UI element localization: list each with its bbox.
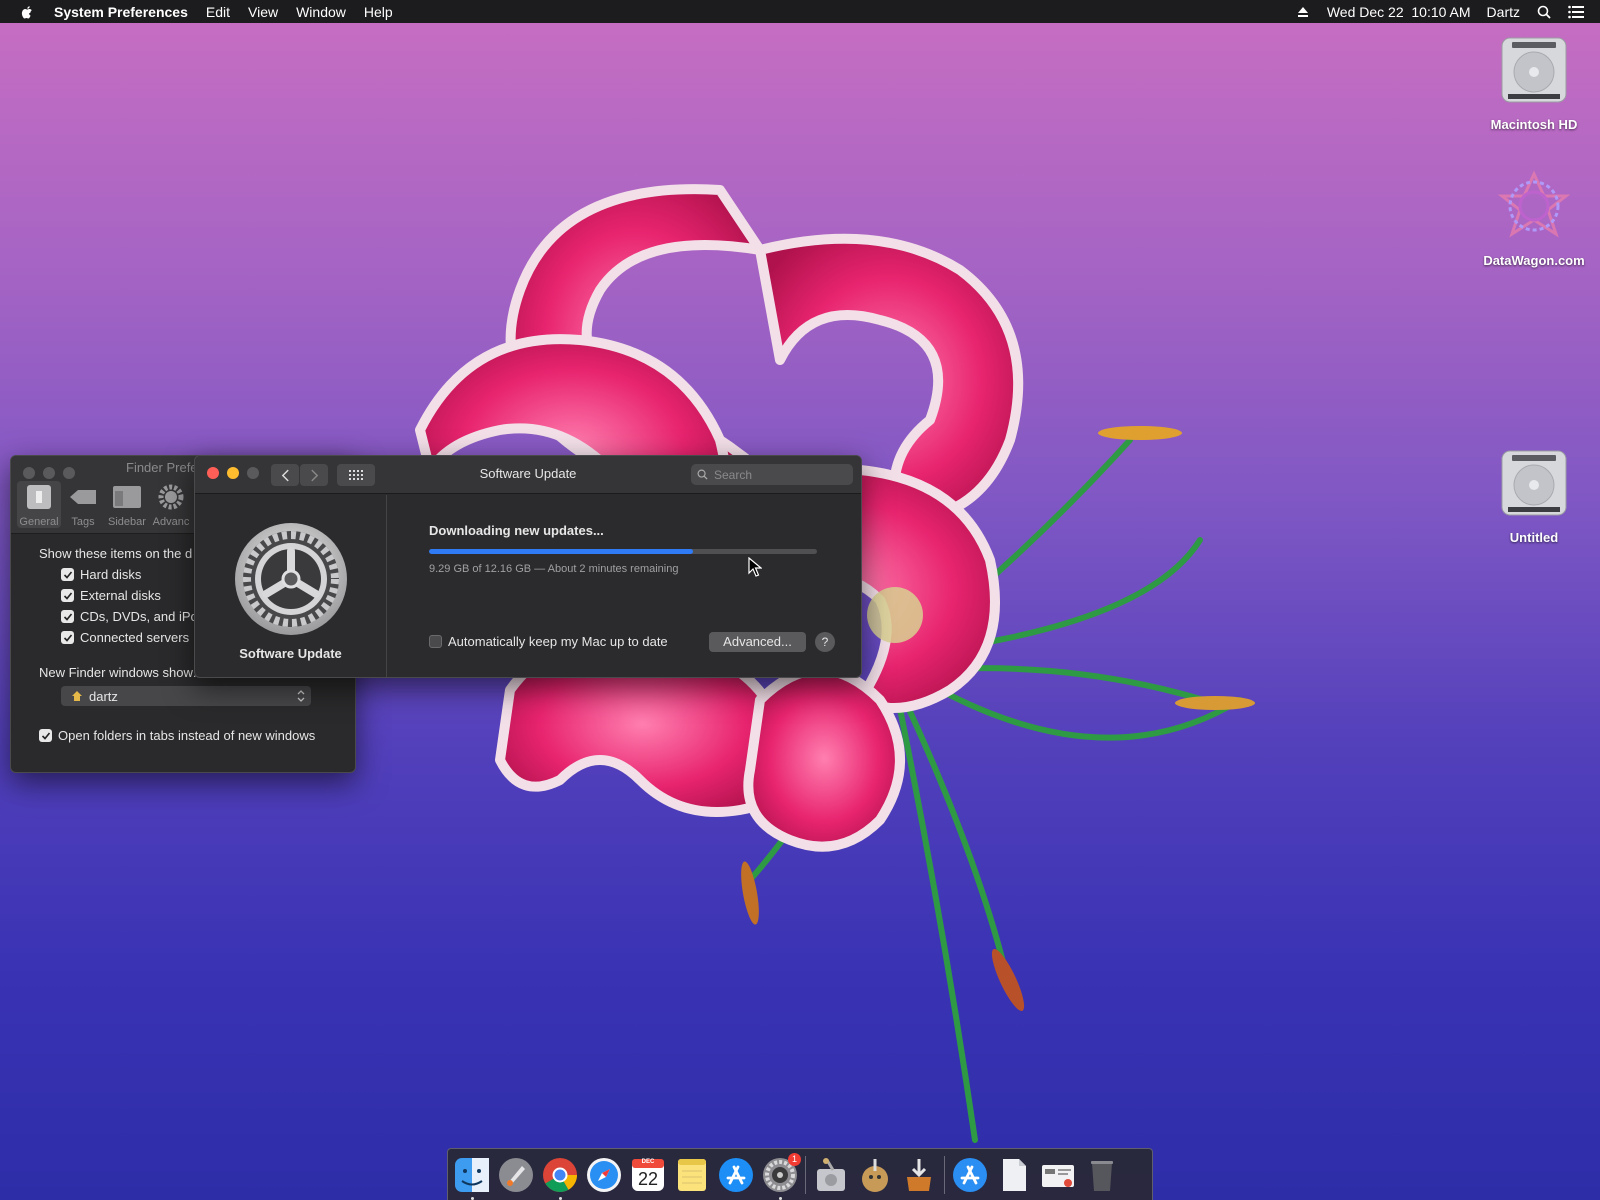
- search-placeholder: Search: [714, 467, 753, 482]
- desktop-icon-label: Untitled: [1509, 530, 1559, 545]
- menu-user[interactable]: Dartz: [1487, 4, 1520, 20]
- update-status-area: Downloading new updates... 9.29 GB of 12…: [429, 495, 861, 677]
- menu-bar: System Preferences Edit View Window Help…: [0, 0, 1600, 23]
- zoom-button[interactable]: [63, 467, 75, 479]
- running-indicator: [471, 1196, 474, 1200]
- apple-menu-icon[interactable]: [20, 4, 36, 20]
- checkbox-checked[interactable]: [39, 729, 52, 742]
- new-window-popup[interactable]: dartz: [61, 686, 311, 706]
- menu-window[interactable]: Window: [296, 4, 346, 20]
- disk-installer-icon[interactable]: [901, 1157, 937, 1193]
- minimize-button[interactable]: [43, 467, 55, 479]
- eject-icon[interactable]: [1295, 4, 1311, 20]
- download-progress-detail: 9.29 GB of 12.16 GB — About 2 minutes re…: [429, 563, 679, 575]
- notification-badge: 1: [788, 1152, 801, 1166]
- running-indicator: [779, 1196, 782, 1200]
- spotlight-search-icon[interactable]: [1536, 4, 1552, 20]
- disk-utility-icon[interactable]: [813, 1157, 849, 1193]
- finder-prefs-title: Finder Prefe: [126, 460, 198, 475]
- pane-identity: Software Update: [195, 495, 387, 677]
- hard-drive-icon: [1501, 450, 1567, 516]
- running-indicator: [559, 1196, 562, 1200]
- close-button[interactable]: [23, 467, 35, 479]
- checkbox-checked[interactable]: [61, 589, 74, 602]
- pane-name: Software Update: [239, 646, 342, 661]
- calendar-month: DEC: [641, 1158, 655, 1165]
- auto-update-label: Automatically keep my Mac up to date: [448, 634, 668, 649]
- notification-center-icon[interactable]: [1568, 4, 1584, 20]
- tab-tags[interactable]: Tags: [61, 481, 105, 528]
- checkbox-checked[interactable]: [61, 631, 74, 644]
- checkbox-checked[interactable]: [61, 568, 74, 581]
- advanced-button[interactable]: Advanced...: [709, 632, 806, 652]
- finder-icon[interactable]: [454, 1157, 490, 1200]
- trash-icon[interactable]: [1084, 1157, 1120, 1193]
- menu-app-name[interactable]: System Preferences: [54, 4, 188, 20]
- mouse-cursor-icon: [748, 557, 762, 577]
- calendar-icon[interactable]: DEC 22: [630, 1157, 666, 1193]
- menu-view[interactable]: View: [248, 4, 278, 20]
- desktop-icon-macintosh-hd[interactable]: Macintosh HD: [1474, 34, 1594, 132]
- menu-help[interactable]: Help: [364, 4, 393, 20]
- popup-chevron-icon: [297, 690, 305, 702]
- desktop-icon-label: Macintosh HD: [1490, 117, 1578, 132]
- desktop-icon-datawagon[interactable]: DataWagon.com: [1474, 170, 1594, 268]
- download-progress-bar: [429, 549, 817, 554]
- download-progress-fill: [429, 549, 693, 554]
- calendar-day: 22: [637, 1168, 659, 1189]
- home-folder-icon: [72, 691, 82, 701]
- dock-separator: [805, 1155, 806, 1194]
- tab-general[interactable]: General: [17, 481, 61, 528]
- tab-sidebar[interactable]: Sidebar: [105, 481, 149, 528]
- chrome-icon[interactable]: [542, 1157, 578, 1200]
- launchpad-icon[interactable]: [498, 1157, 534, 1193]
- checkbox-checked[interactable]: [61, 610, 74, 623]
- help-button[interactable]: ?: [815, 632, 835, 652]
- app-store-downloads-icon[interactable]: [952, 1157, 988, 1193]
- tab-advanced[interactable]: Advanc: [149, 481, 193, 528]
- search-icon: [697, 469, 708, 480]
- desktop-icon-untitled[interactable]: Untitled: [1474, 447, 1594, 545]
- download-status-title: Downloading new updates...: [429, 523, 604, 538]
- app-store-icon[interactable]: [718, 1157, 754, 1193]
- network-icon[interactable]: [1040, 1157, 1076, 1193]
- system-preferences-icon[interactable]: 1: [762, 1152, 801, 1200]
- menu-clock[interactable]: Wed Dec 22 10:10 AM: [1327, 4, 1471, 20]
- desktop-icon-label: DataWagon.com: [1483, 253, 1585, 268]
- dock: DEC 22 1: [447, 1148, 1153, 1200]
- hard-drive-icon: [1501, 37, 1567, 103]
- installer-icon[interactable]: [857, 1157, 893, 1193]
- tag-icon: [70, 490, 96, 504]
- document-icon[interactable]: [996, 1157, 1032, 1193]
- datawagon-logo-icon: [1497, 170, 1571, 238]
- software-update-titlebar[interactable]: Software Update Search: [195, 456, 861, 494]
- dock-separator: [944, 1155, 945, 1194]
- notes-icon[interactable]: [674, 1157, 710, 1193]
- gear-icon: [158, 484, 184, 510]
- search-input[interactable]: Search: [691, 464, 853, 485]
- auto-update-checkbox[interactable]: [429, 635, 442, 648]
- sidebar-icon: [113, 486, 141, 508]
- software-update-gear-icon: [234, 523, 347, 635]
- checkbox-open-in-tabs[interactable]: Open folders in tabs instead of new wind…: [39, 728, 355, 743]
- safari-icon[interactable]: [586, 1157, 622, 1193]
- menu-edit[interactable]: Edit: [206, 4, 230, 20]
- general-icon: [27, 485, 51, 509]
